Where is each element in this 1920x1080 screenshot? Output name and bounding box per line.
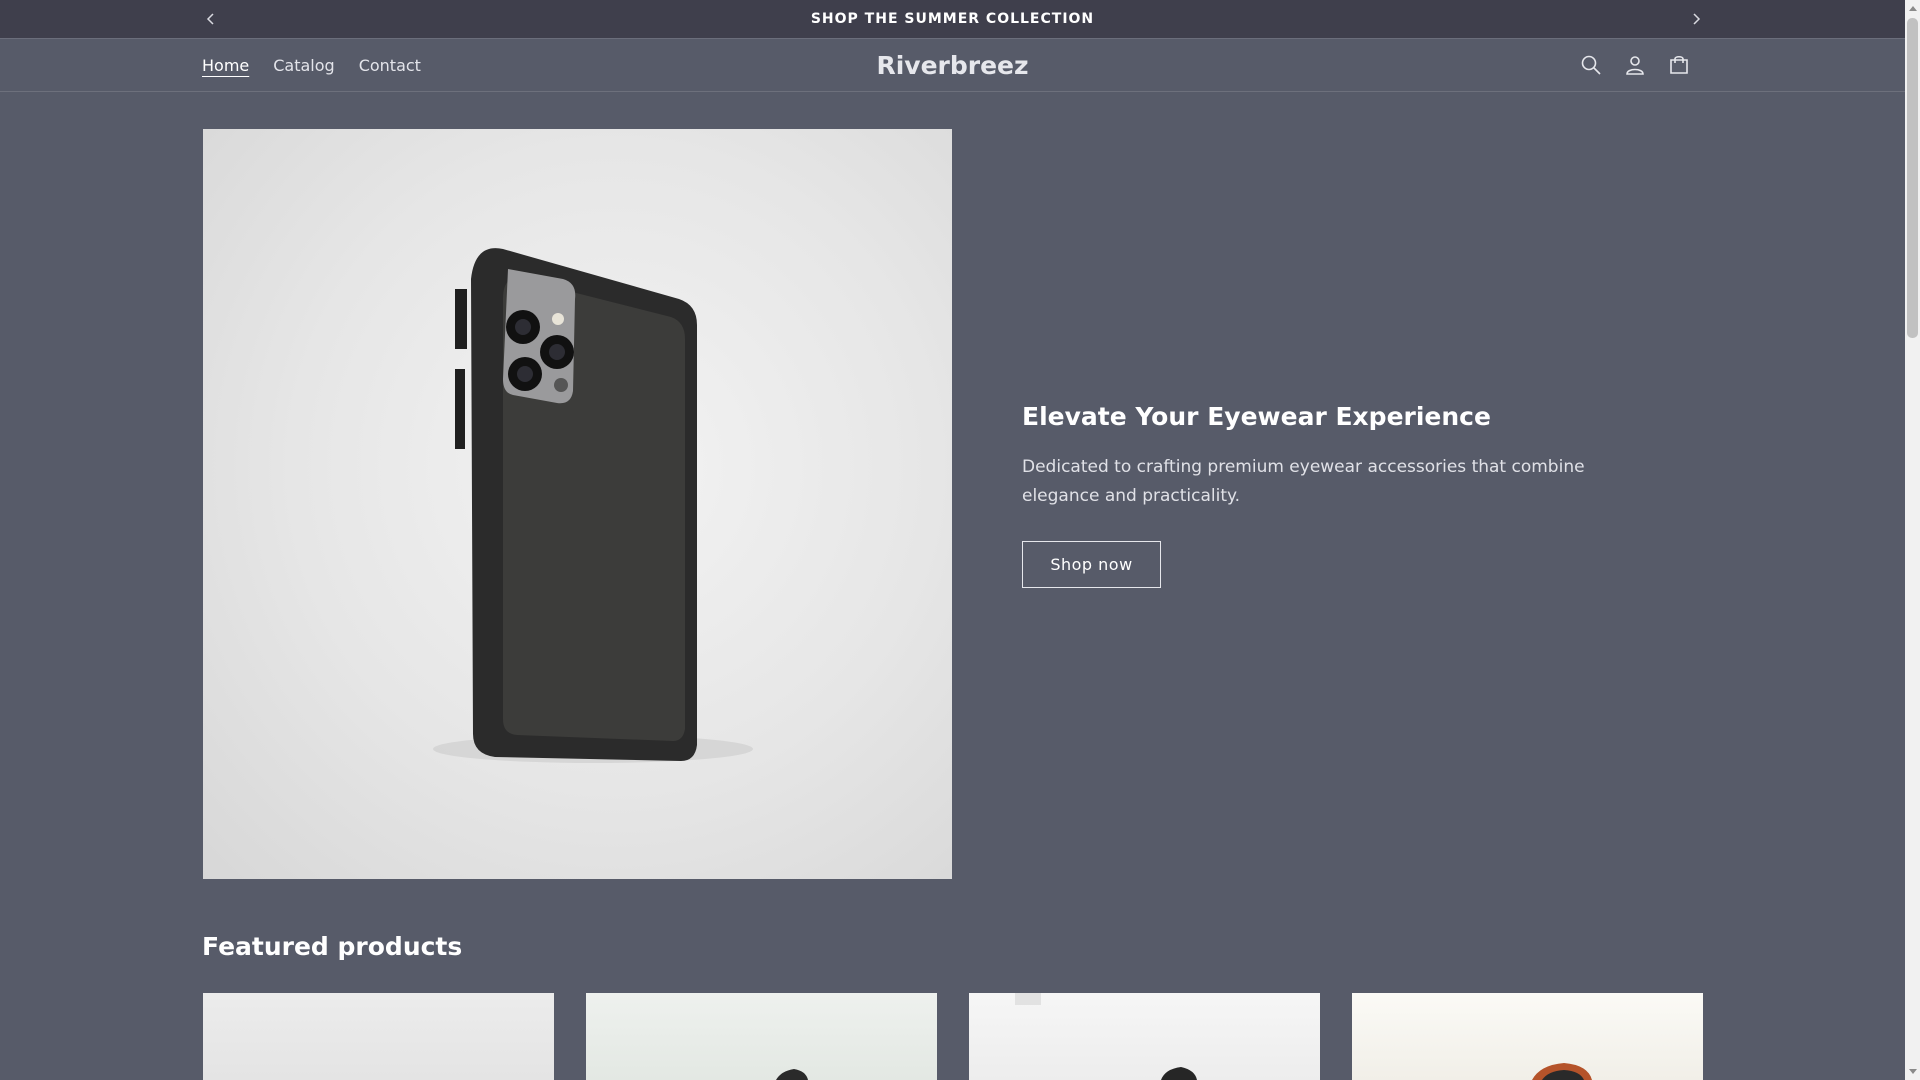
site-header: Home Catalog Contact Riverbreez xyxy=(0,39,1905,92)
announcement-text: SHOP THE SUMMER COLLECTION xyxy=(810,11,1095,27)
phone-case-image xyxy=(433,248,753,763)
cart-icon xyxy=(1670,55,1688,74)
product-card[interactable] xyxy=(586,993,937,1080)
product-card[interactable] xyxy=(203,993,554,1080)
cart-button[interactable] xyxy=(1666,52,1692,78)
product-card[interactable] xyxy=(1352,993,1703,1080)
chevron-left-icon xyxy=(206,13,214,25)
product-image xyxy=(1532,1063,1592,1080)
shop-now-button[interactable]: Shop now xyxy=(1022,541,1161,588)
account-button[interactable] xyxy=(1622,52,1648,78)
account-icon xyxy=(1626,56,1644,75)
search-button[interactable] xyxy=(1578,52,1604,78)
brand-logo-link[interactable]: Riverbreez xyxy=(876,51,1028,80)
product-card[interactable] xyxy=(969,993,1320,1080)
product-image xyxy=(1015,993,1197,1080)
announcement-bar: SHOP THE SUMMER COLLECTION xyxy=(0,0,1905,39)
hero-image xyxy=(203,129,952,879)
scroll-down-arrow-icon[interactable] xyxy=(1905,1064,1920,1080)
featured-products-title: Featured products xyxy=(202,932,463,961)
search-icon xyxy=(1581,55,1601,75)
nav-catalog-link[interactable]: Catalog xyxy=(273,56,334,75)
scroll-up-arrow-icon[interactable] xyxy=(1905,0,1920,16)
scrollbar-thumb[interactable] xyxy=(1907,18,1918,338)
product-image xyxy=(776,1069,808,1080)
hero-title: Elevate Your Eyewear Experience xyxy=(1022,402,1491,431)
announcement-next-button[interactable] xyxy=(1681,0,1711,38)
nav-home-link[interactable]: Home xyxy=(202,56,249,75)
main-nav: Home Catalog Contact xyxy=(202,39,421,91)
page-scrollbar[interactable] xyxy=(1905,0,1920,1080)
hero-description: Dedicated to crafting premium eyewear ac… xyxy=(1022,457,1585,506)
announcement-prev-button[interactable] xyxy=(196,0,226,38)
header-icons xyxy=(1578,39,1692,91)
chevron-right-icon xyxy=(1693,13,1701,25)
nav-contact-link[interactable]: Contact xyxy=(359,56,421,75)
hero-content: Elevate Your Eyewear Experience Dedicate… xyxy=(1022,402,1662,588)
